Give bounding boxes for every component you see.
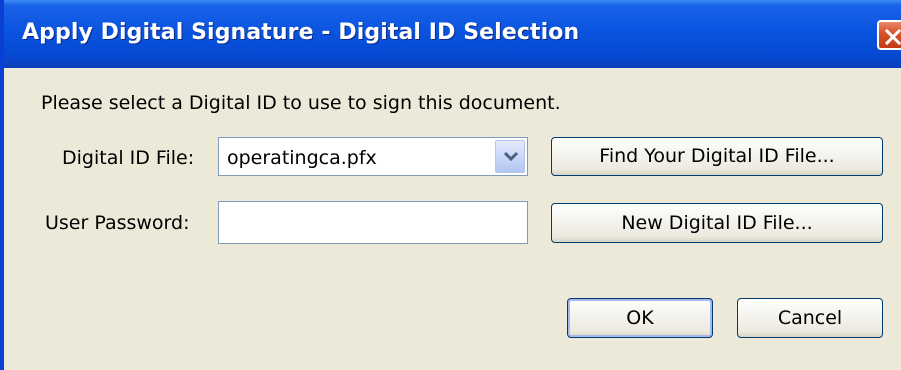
cancel-button[interactable]: Cancel <box>737 298 883 338</box>
dialog-window: Apply Digital Signature - Digital ID Sel… <box>0 0 901 370</box>
new-digital-id-file-button-label: New Digital ID File... <box>621 212 813 234</box>
digital-id-file-label: Digital ID File: <box>62 147 195 169</box>
title-bar[interactable]: Apply Digital Signature - Digital ID Sel… <box>4 0 901 68</box>
window-title: Apply Digital Signature - Digital ID Sel… <box>22 20 580 45</box>
dropdown-arrow-button[interactable] <box>495 140 525 173</box>
digital-id-file-dropdown[interactable]: operatingca.pfx <box>218 137 528 176</box>
user-password-label: User Password: <box>45 212 190 234</box>
ok-button-label: OK <box>626 307 654 329</box>
instruction-text: Please select a Digital ID to use to sig… <box>41 92 561 114</box>
close-x-icon <box>884 28 901 46</box>
close-button[interactable] <box>877 20 901 50</box>
digital-id-file-value: operatingca.pfx <box>227 147 377 169</box>
find-digital-id-file-button-label: Find Your Digital ID File... <box>599 145 835 167</box>
chevron-down-icon <box>503 151 519 162</box>
cancel-button-label: Cancel <box>777 307 843 329</box>
find-digital-id-file-button[interactable]: Find Your Digital ID File... <box>551 137 883 176</box>
user-password-input[interactable] <box>218 201 528 244</box>
new-digital-id-file-button[interactable]: New Digital ID File... <box>551 203 883 243</box>
ok-button[interactable]: OK <box>567 298 713 338</box>
